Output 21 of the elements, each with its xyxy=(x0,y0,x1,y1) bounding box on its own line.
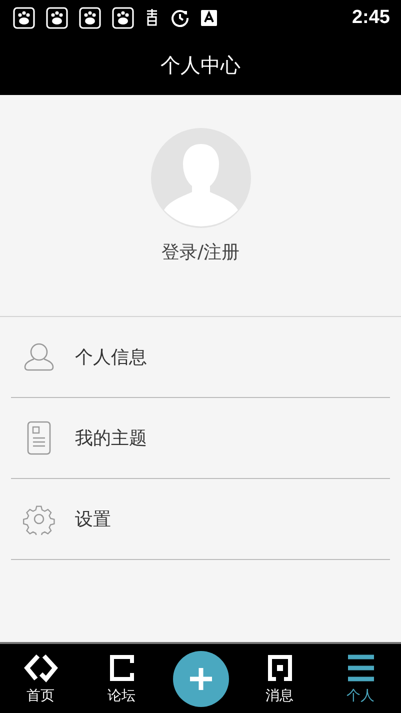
paw-icon xyxy=(112,6,134,28)
nav-tab[interactable]: 消息 xyxy=(250,652,310,704)
clock-icon xyxy=(170,8,190,28)
diamond-icon xyxy=(24,652,58,682)
person-icon xyxy=(23,341,55,373)
menu-item[interactable]: 个人信息 xyxy=(11,317,390,398)
status-time: 2:45 xyxy=(352,6,390,28)
nav-tab[interactable]: 个人 xyxy=(330,652,390,704)
nav-tab[interactable]: 首页 xyxy=(10,652,70,704)
paw-icon xyxy=(79,6,101,28)
menu-item[interactable]: 设置 xyxy=(11,479,390,560)
nav-tab[interactable]: 论坛 xyxy=(92,652,152,704)
paw-icon xyxy=(46,6,68,28)
page-title: 个人中心 xyxy=(160,52,240,78)
login-link[interactable]: 登录/注册 xyxy=(161,240,240,264)
settings-icon xyxy=(23,503,55,535)
book-icon xyxy=(145,8,159,26)
paw-icon xyxy=(13,6,35,28)
plus-icon xyxy=(188,666,212,690)
menu-item[interactable]: 我的主题 xyxy=(11,398,390,479)
font-icon xyxy=(201,10,217,26)
